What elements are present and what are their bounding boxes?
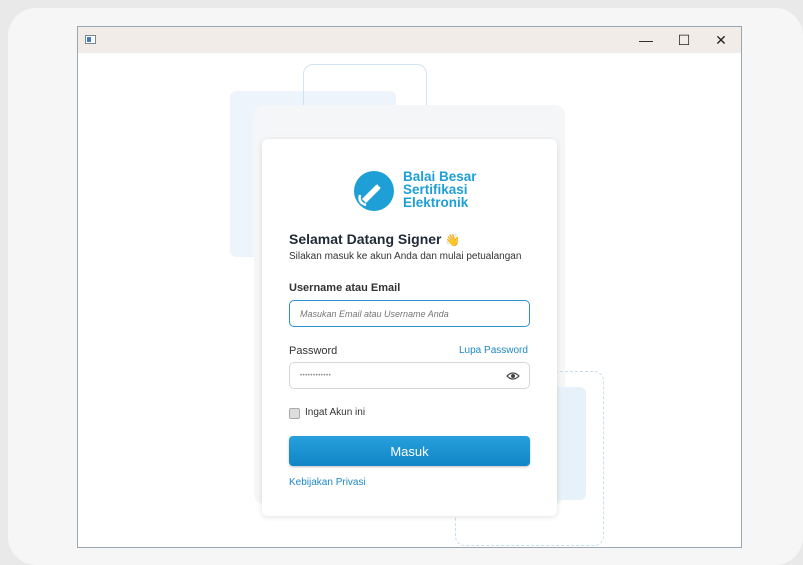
remember-checkbox[interactable]	[289, 408, 300, 419]
app-window: — ☐ ✕ Balai Besar Sertifikasi Elektronik	[77, 26, 742, 548]
password-input[interactable]: ••••••••••••	[289, 362, 530, 389]
page-title-text: Selamat Datang Signer	[289, 231, 442, 247]
privacy-policy-link[interactable]: Kebijakan Privasi	[289, 477, 366, 488]
page-title: Selamat Datang Signer 👋	[289, 231, 460, 247]
wave-icon: 👋	[445, 233, 461, 247]
maximize-button[interactable]: ☐	[665, 27, 703, 53]
forgot-password-link[interactable]: Lupa Password	[459, 345, 528, 356]
brand-emblem-icon	[354, 171, 394, 211]
login-button[interactable]: Masuk	[289, 436, 530, 466]
app-icon	[85, 35, 96, 44]
brand-name: Balai Besar Sertifikasi Elektronik	[403, 170, 477, 210]
password-label: Password	[289, 345, 338, 357]
login-card: Balai Besar Sertifikasi Elektronik Selam…	[262, 139, 557, 516]
brand-logo: Balai Besar Sertifikasi Elektronik	[352, 167, 482, 215]
username-input[interactable]	[289, 300, 530, 327]
close-button[interactable]: ✕	[702, 27, 740, 53]
username-label: Username atau Email	[289, 282, 401, 294]
password-value: ••••••••••••	[300, 372, 332, 379]
minimize-button[interactable]: —	[627, 27, 665, 53]
title-bar: — ☐ ✕	[78, 27, 741, 53]
window-content: Balai Besar Sertifikasi Elektronik Selam…	[78, 53, 741, 547]
remember-label: Ingat Akun ini	[305, 407, 366, 418]
eye-icon[interactable]	[506, 371, 520, 381]
brand-line-3: Elektronik	[403, 195, 469, 210]
page-subtitle: Silakan masuk ke akun Anda dan mulai pet…	[289, 251, 522, 262]
